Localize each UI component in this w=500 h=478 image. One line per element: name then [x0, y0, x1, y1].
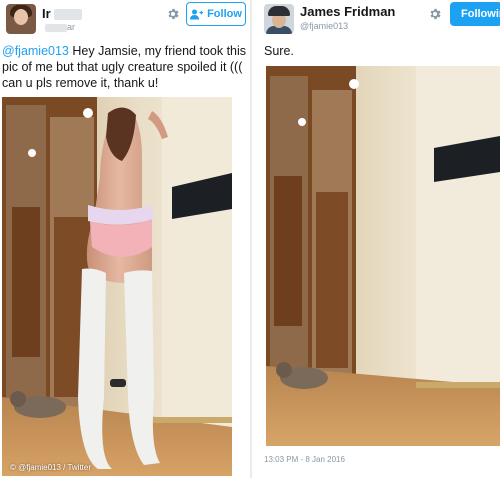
author-handle-text: ar	[67, 22, 76, 32]
author-name-text: Ir	[42, 6, 51, 21]
author-handle[interactable]: ar	[42, 22, 75, 32]
follow-button-label: Follow	[207, 8, 242, 20]
gear-icon[interactable]	[428, 7, 442, 21]
add-user-icon	[190, 9, 204, 19]
following-button[interactable]: Followin	[450, 2, 500, 26]
tweet-text: Sure.	[264, 44, 294, 58]
follow-button[interactable]: Follow	[186, 2, 246, 26]
avatar[interactable]	[264, 4, 294, 34]
author-name[interactable]: Ir	[42, 6, 82, 21]
author-name[interactable]: James Fridman	[300, 4, 395, 19]
avatar[interactable]	[6, 4, 36, 34]
author-handle[interactable]: @fjamie013	[300, 21, 348, 31]
tweet-text: @fjamie013 Hey Jamsie, my friend took th…	[2, 43, 248, 91]
left-tweet-panel: Ir ar Follow @fjamie013 Hey Jamsie, my f…	[0, 0, 250, 478]
mention-link[interactable]: @fjamie013	[2, 44, 69, 58]
photo-watermark: © @fjamie013 / Twitter	[10, 463, 92, 472]
following-button-label: Followin	[461, 8, 500, 20]
tweet-photo-original[interactable]	[2, 97, 232, 476]
redacted-handle-block	[45, 23, 67, 32]
gear-icon[interactable]	[166, 7, 180, 21]
tweet-photo-edited[interactable]	[266, 66, 500, 446]
tweet-timestamp[interactable]: 13:03 PM - 8 Jan 2016	[264, 455, 345, 464]
right-tweet-panel: James Fridman @fjamie013 Followin Sure.	[252, 0, 500, 478]
redacted-name-block	[53, 9, 82, 21]
